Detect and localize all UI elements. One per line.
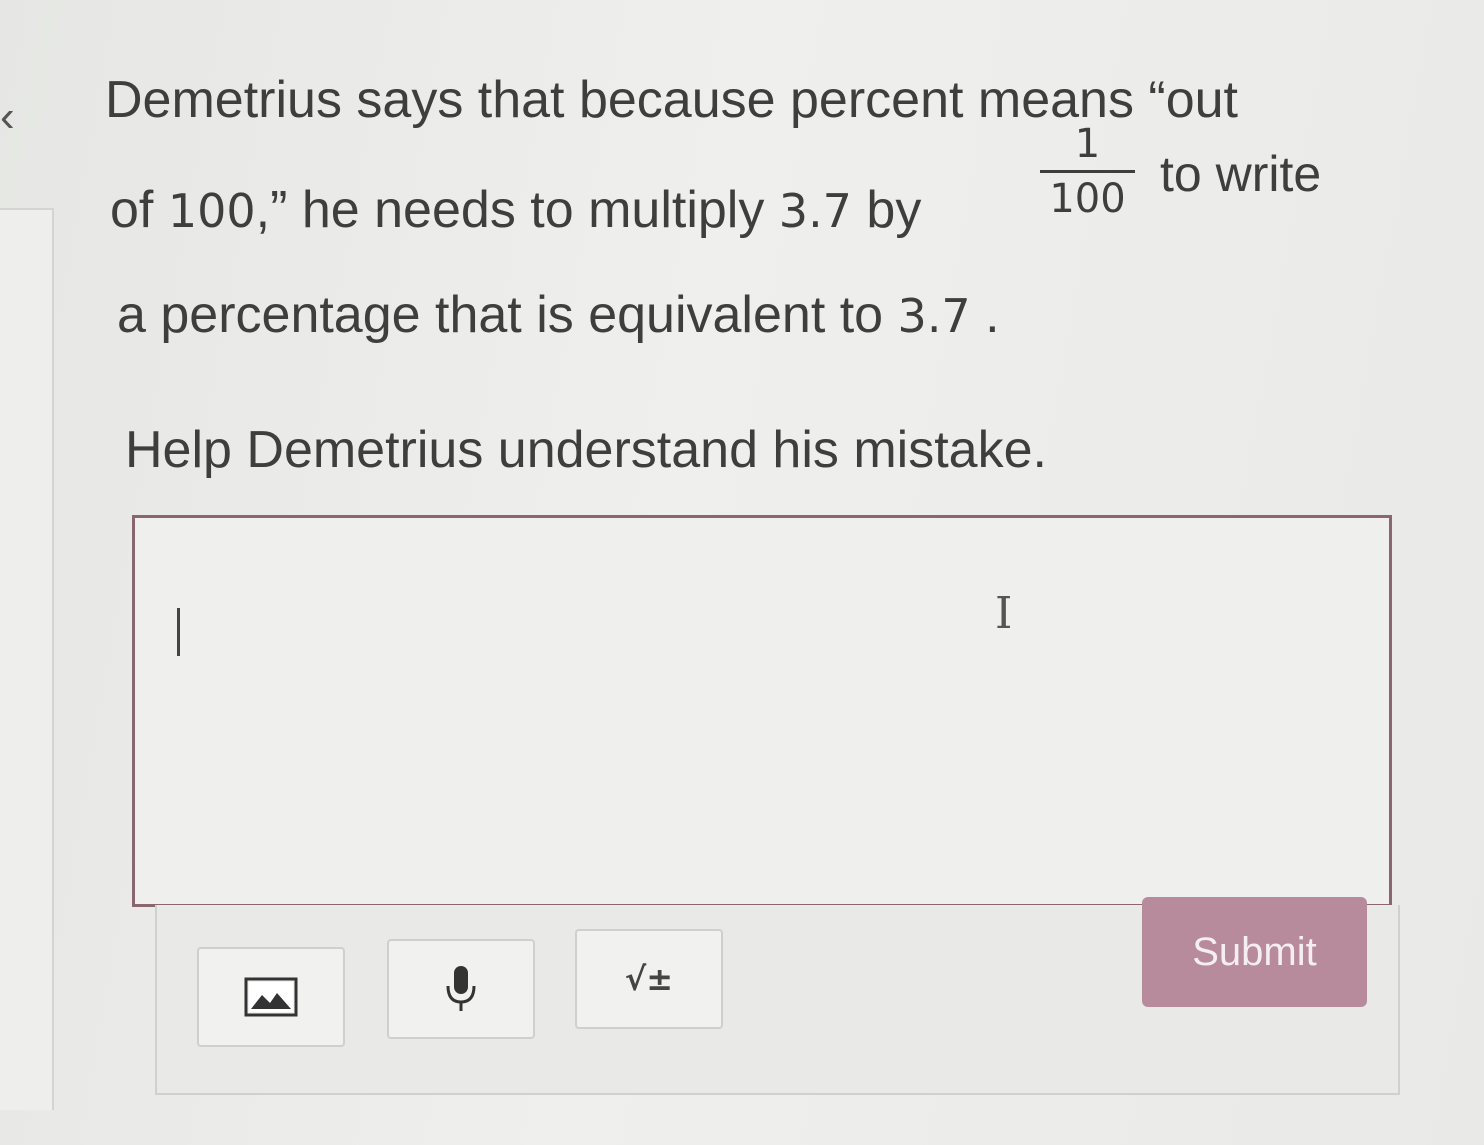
submit-button[interactable]: Submit (1142, 897, 1367, 1007)
back-chevron-icon[interactable]: ‹ (0, 95, 15, 139)
answer-textarea[interactable] (135, 518, 1389, 904)
question-text: a percentage that is equivalent to (117, 286, 898, 344)
math-symbol-icon: √± (624, 960, 674, 998)
fraction: 1 100 (1040, 120, 1135, 223)
text-caret (177, 608, 180, 656)
page: ‹ Demetrius says that because percent me… (0, 0, 1484, 1145)
record-audio-button[interactable] (387, 939, 535, 1039)
image-icon (244, 977, 298, 1017)
microphone-icon (446, 966, 476, 1011)
math-number: 3.7 (778, 184, 852, 238)
question-text: . (970, 286, 1000, 344)
fraction-bar (1040, 170, 1135, 173)
question-line-2-end: to write (1160, 146, 1322, 202)
question-text: ,” he needs to multiply (255, 181, 779, 239)
answer-toolbar: √± Submit (155, 897, 1400, 1095)
answer-box[interactable]: I (132, 515, 1392, 907)
question-text: of (110, 181, 168, 239)
ibeam-cursor-icon: I (995, 588, 1013, 639)
math-number: 3.7 (897, 289, 971, 343)
math-number: 100 (167, 184, 256, 238)
fraction-numerator: 1 (1074, 121, 1101, 167)
insert-image-button[interactable] (197, 947, 345, 1047)
prompt-text: Help Demetrius understand his mistake. (125, 421, 1047, 479)
question-text: by (851, 181, 922, 239)
left-panel (0, 208, 54, 1110)
math-input-button[interactable]: √± (575, 929, 723, 1029)
fraction-denominator: 100 (1049, 176, 1126, 222)
question-line-3: a percentage that is equivalent to 3.7 . (117, 285, 1000, 345)
question-line-2: of 100,” he needs to multiply 3.7 by (110, 180, 921, 240)
